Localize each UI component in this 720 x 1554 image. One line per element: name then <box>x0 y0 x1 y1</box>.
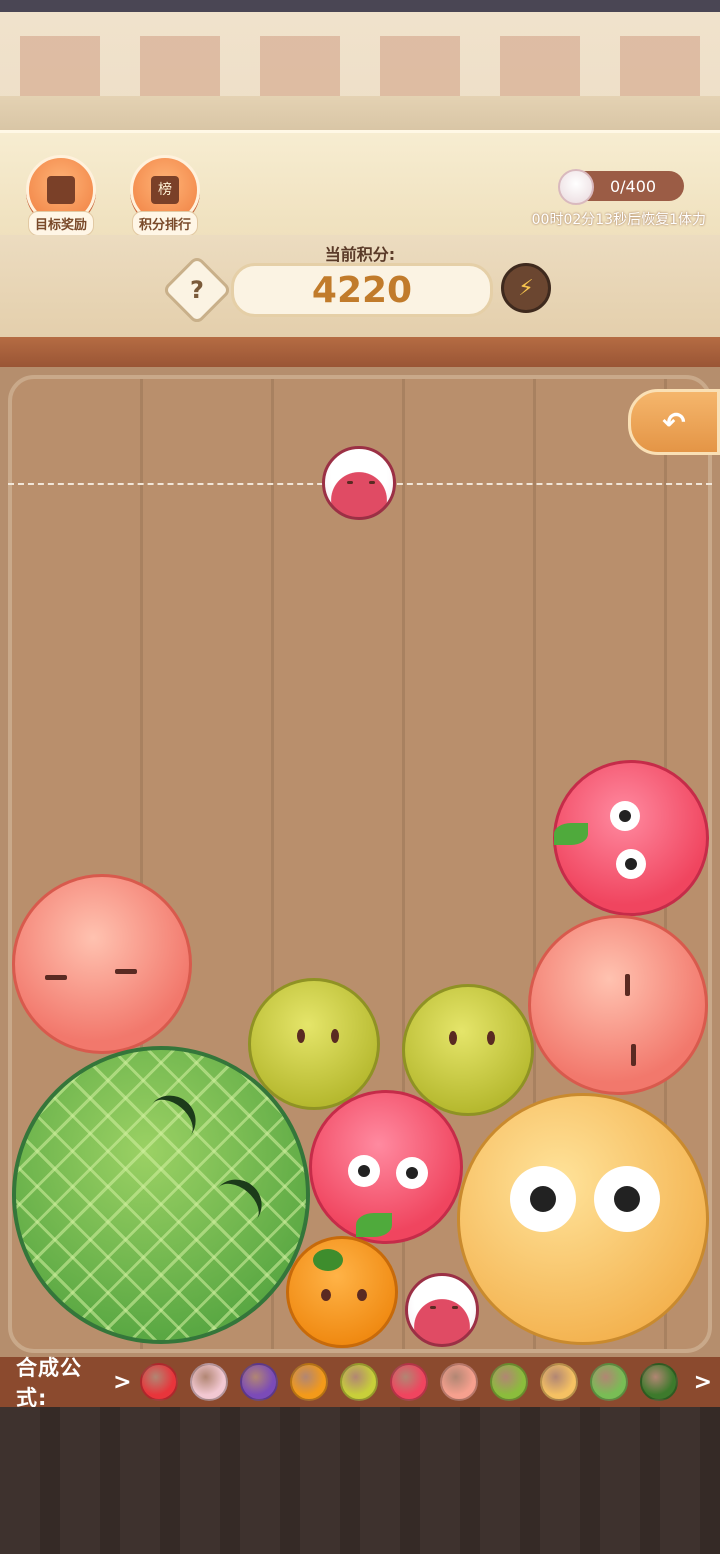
formula-chain <box>139 1363 690 1401</box>
fruit-peach <box>528 915 708 1095</box>
roof-pattern <box>0 36 720 96</box>
score-zone: 当前积分: ? 4220 ⚡ <box>0 235 720 337</box>
peach-icon <box>439 1363 478 1401</box>
fruit-apple <box>553 760 709 916</box>
fruit-cantaloupe <box>457 1093 709 1345</box>
fruit-melon <box>12 1046 310 1344</box>
fruit-apple <box>309 1090 463 1244</box>
bottom-decor <box>0 1407 720 1554</box>
lightning-icon: ⚡ <box>518 275 534 301</box>
ranking-label: 积分排行 <box>131 211 198 236</box>
next-fruit-lychee[interactable] <box>322 446 396 520</box>
leaderboard-icon: 榜 <box>151 176 179 204</box>
fruit-lemon <box>402 984 534 1116</box>
orange-stem-icon <box>313 1249 343 1271</box>
fruit-lychee <box>405 1273 479 1347</box>
watermelon-icon <box>639 1363 678 1401</box>
steamed-bun-icon <box>558 169 594 205</box>
stamina-counter[interactable]: 0/400 <box>558 169 684 205</box>
wood-divider <box>0 337 720 367</box>
top-decor <box>0 0 720 130</box>
return-arrow-icon: ↶ <box>662 405 686 439</box>
cherry-icon <box>139 1363 178 1401</box>
help-button[interactable]: ? <box>161 254 233 326</box>
melon-eye <box>202 1169 272 1239</box>
plum-icon <box>239 1363 278 1401</box>
cantaloupe-icon <box>539 1363 578 1401</box>
kiwi-icon <box>489 1363 528 1401</box>
header-panel: 目标奖励 榜 积分排行 0/400 00时02分13秒后恢复1体力 <box>0 130 720 238</box>
leaf-icon <box>356 1213 392 1237</box>
chevron-right-icon: > <box>693 1369 712 1395</box>
fruit-peach <box>12 874 192 1054</box>
score-value: 4220 <box>231 263 493 317</box>
orange-icon <box>289 1363 328 1401</box>
melon-eye <box>136 1085 206 1155</box>
question-icon: ? <box>190 276 204 304</box>
formula-bar[interactable]: 合成公式: > > <box>0 1356 720 1410</box>
stamina-value: 0/400 <box>609 176 657 196</box>
chevron-right-icon: > <box>113 1369 132 1395</box>
fruit-orange <box>286 1236 398 1348</box>
goal-reward-label: 目标奖励 <box>27 211 94 236</box>
lychee-icon <box>189 1363 228 1401</box>
boost-button[interactable]: ⚡ <box>501 263 551 313</box>
formula-label: 合成公式: <box>16 1356 82 1410</box>
treasure-box-icon <box>47 176 75 204</box>
melon-icon <box>589 1363 628 1401</box>
score-title: 当前积分: <box>324 245 396 264</box>
apple-icon <box>389 1363 428 1401</box>
lemon-icon <box>339 1363 378 1401</box>
roof-shadow <box>0 96 720 130</box>
back-button[interactable]: ↶ <box>628 389 720 455</box>
leaf-icon <box>554 823 588 845</box>
stamina-timer: 00时02分13秒后恢复1体力 <box>531 212 706 228</box>
